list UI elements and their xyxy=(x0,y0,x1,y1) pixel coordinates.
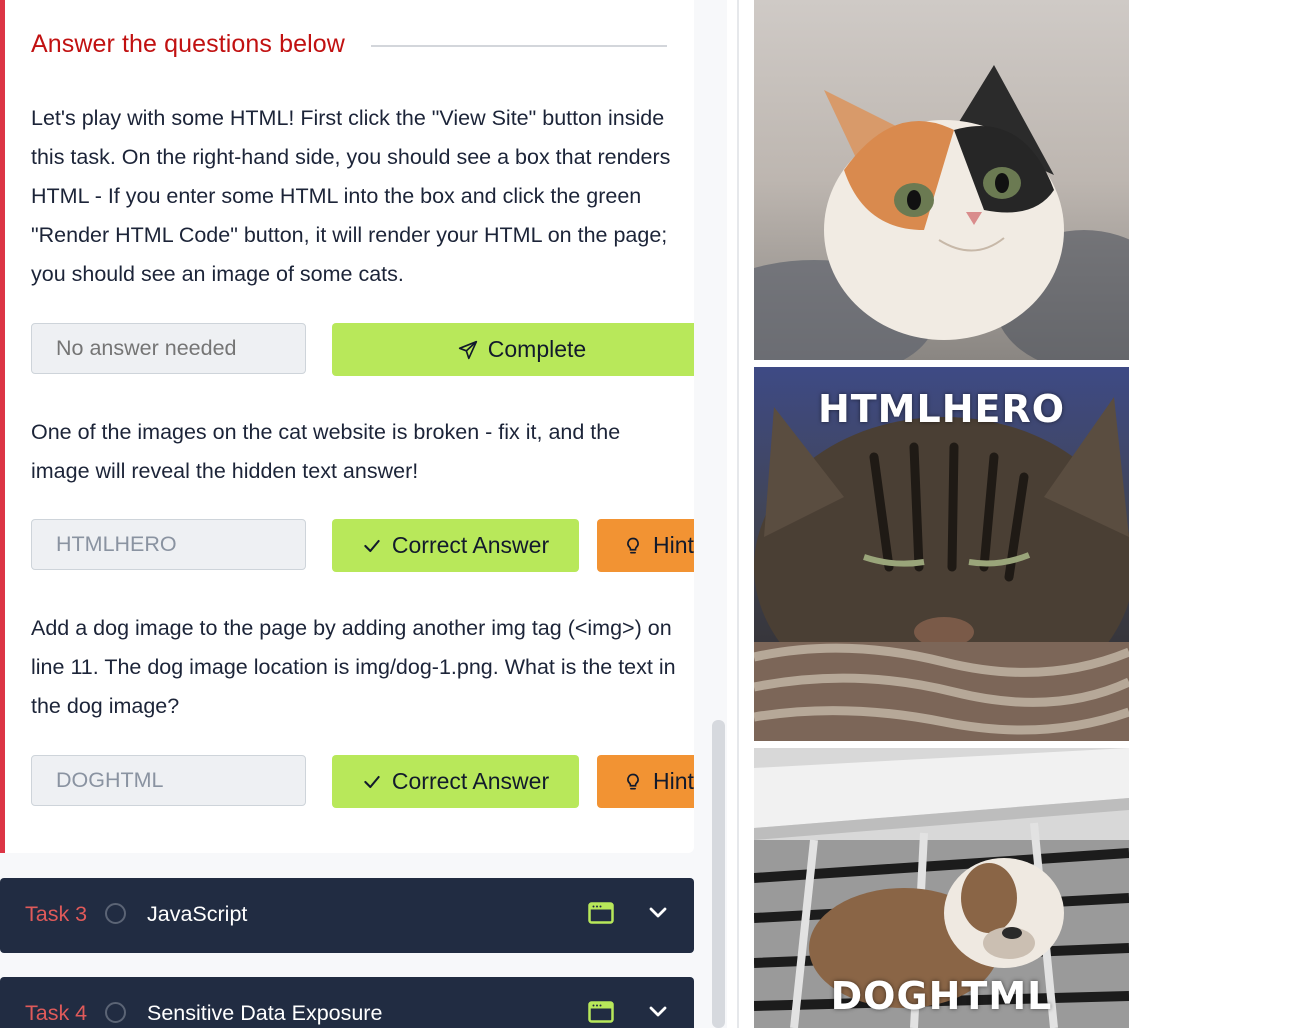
chevron-down-icon[interactable] xyxy=(648,906,668,920)
task-3-header[interactable]: Task 3 JavaScript xyxy=(0,878,694,953)
paper-plane-icon xyxy=(458,340,477,359)
tabby-cat-image: HTMLHERO xyxy=(754,367,1129,741)
bulldog-image: DOGHTML xyxy=(754,748,1129,1028)
task-title: JavaScript xyxy=(147,902,248,926)
checkmark-icon xyxy=(364,539,380,552)
question-2-hint-button[interactable]: Hint xyxy=(597,519,694,572)
question-2-answer-field[interactable] xyxy=(31,519,306,570)
question-3-hint-button[interactable]: Hint xyxy=(597,755,694,808)
task-status-circle-icon xyxy=(105,903,126,924)
scrollbar-thumb[interactable] xyxy=(712,720,725,1028)
task-accent-bar xyxy=(0,0,5,853)
tabby-cat-caption: HTMLHERO xyxy=(817,387,1066,431)
section-divider xyxy=(371,45,667,47)
correct-answer-label: Correct Answer xyxy=(391,768,550,794)
question-2-text: One of the images on the cat website is … xyxy=(31,420,621,483)
question-3-text: Add a dog image to the page by adding an… xyxy=(31,616,676,718)
complete-button-label: Complete xyxy=(487,336,587,362)
question-2-correct-answer-button[interactable]: Correct Answer xyxy=(332,519,579,572)
browser-window-icon[interactable] xyxy=(588,902,614,924)
correct-answer-label: Correct Answer xyxy=(391,532,550,558)
chevron-down-icon[interactable] xyxy=(648,1005,668,1019)
kitten-image xyxy=(754,0,1129,360)
task-status-circle-icon xyxy=(105,1002,126,1023)
task-number: Task 3 xyxy=(25,902,88,926)
task-4-header[interactable]: Task 4 Sensitive Data Exposure xyxy=(0,977,694,1028)
complete-button[interactable]: Complete xyxy=(332,323,694,376)
hint-label: Hint xyxy=(653,532,694,558)
lightbulb-icon xyxy=(627,537,639,553)
task-title: Sensitive Data Exposure xyxy=(147,1001,383,1025)
question-3-correct-answer-button[interactable]: Correct Answer xyxy=(332,755,579,808)
question-3-answer-field[interactable] xyxy=(31,755,306,806)
question-1-answer-field[interactable] xyxy=(31,323,306,374)
section-title: Answer the questions below xyxy=(31,30,345,58)
checkmark-icon xyxy=(364,775,380,788)
pane-divider[interactable] xyxy=(737,0,739,1028)
task-content-pane: Answer the questions below Let's play wi… xyxy=(0,0,727,1028)
question-1-text: Let's play with some HTML! First click t… xyxy=(31,106,671,286)
browser-window-icon[interactable] xyxy=(588,1001,614,1023)
bulldog-caption: DOGHTML xyxy=(830,974,1053,1018)
task-number: Task 4 xyxy=(25,1001,88,1025)
task-card: Answer the questions below Let's play wi… xyxy=(0,0,694,853)
hint-label: Hint xyxy=(653,768,694,794)
lightbulb-icon xyxy=(627,773,639,789)
